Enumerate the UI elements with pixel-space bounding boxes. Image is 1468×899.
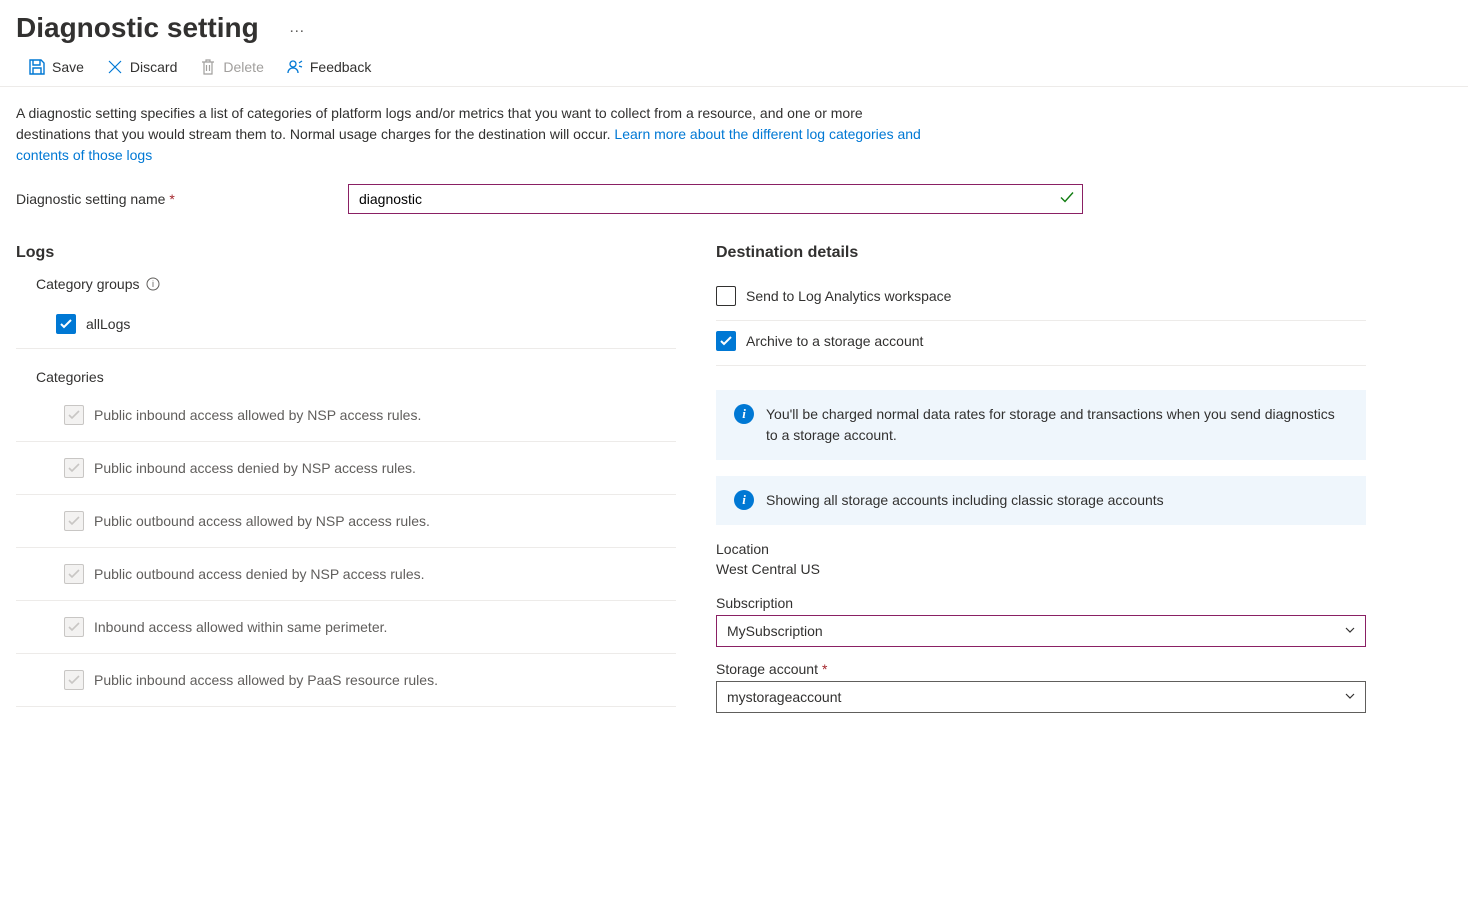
info-icon: i [734,404,754,424]
delete-button-label: Delete [223,59,263,75]
category-label: Inbound access allowed within same perim… [94,619,387,635]
info-icon[interactable]: i [146,277,160,291]
location-label: Location [716,541,1366,557]
category-label: Public inbound access allowed by PaaS re… [94,672,438,688]
feedback-icon [286,58,304,76]
description-text: A diagnostic setting specifies a list of… [0,87,950,166]
category-checkbox [64,511,84,531]
category-checkbox [64,564,84,584]
category-checkbox [64,617,84,637]
save-button[interactable]: Save [28,58,84,76]
more-menu-icon[interactable]: … [289,19,306,37]
setting-name-label: Diagnostic setting name* [16,191,348,207]
info-text: You'll be charged normal data rates for … [766,404,1348,446]
category-label: Public outbound access allowed by NSP ac… [94,513,430,529]
svg-text:i: i [152,279,154,289]
category-label: Public inbound access allowed by NSP acc… [94,407,421,423]
setting-name-input[interactable] [348,184,1083,214]
category-label: Public outbound access denied by NSP acc… [94,566,425,582]
setting-name-row: Diagnostic setting name* [0,166,1468,214]
log-analytics-label: Send to Log Analytics workspace [746,288,951,304]
page-header: Diagnostic setting … [0,0,1468,52]
required-asterisk: * [169,191,174,207]
archive-storage-label: Archive to a storage account [746,333,923,349]
category-label: Public inbound access denied by NSP acce… [94,460,416,476]
info-icon: i [734,490,754,510]
category-checkbox [64,405,84,425]
info-box: i Showing all storage accounts including… [716,476,1366,525]
log-analytics-checkbox[interactable] [716,286,736,306]
discard-button-label: Discard [130,59,177,75]
delete-button: Delete [199,58,263,76]
toolbar: Save Discard Delete Feedback [0,52,1468,87]
all-logs-checkbox[interactable] [56,314,76,334]
subscription-select[interactable]: MySubscription [716,615,1366,647]
discard-button[interactable]: Discard [106,58,177,76]
save-icon [28,58,46,76]
trash-icon [199,58,217,76]
categories-heading: Categories [36,369,676,385]
storage-account-label: Storage account* [716,661,1366,677]
storage-account-select[interactable]: mystorageaccount [716,681,1366,713]
save-button-label: Save [52,59,84,75]
category-groups-label: Category groups i [36,276,676,292]
feedback-button[interactable]: Feedback [286,58,371,76]
category-checkbox [64,458,84,478]
checkmark-icon [1059,190,1075,209]
subscription-label: Subscription [716,595,1366,611]
location-value: West Central US [716,561,1366,577]
logs-heading: Logs [16,244,676,262]
info-box: i You'll be charged normal data rates fo… [716,390,1366,460]
info-text: Showing all storage accounts including c… [766,490,1164,511]
destination-heading: Destination details [716,244,1366,262]
archive-storage-checkbox[interactable] [716,331,736,351]
category-checkbox [64,670,84,690]
all-logs-label: allLogs [86,316,130,332]
feedback-button-label: Feedback [310,59,371,75]
page-title: Diagnostic setting [16,12,259,44]
close-icon [106,58,124,76]
